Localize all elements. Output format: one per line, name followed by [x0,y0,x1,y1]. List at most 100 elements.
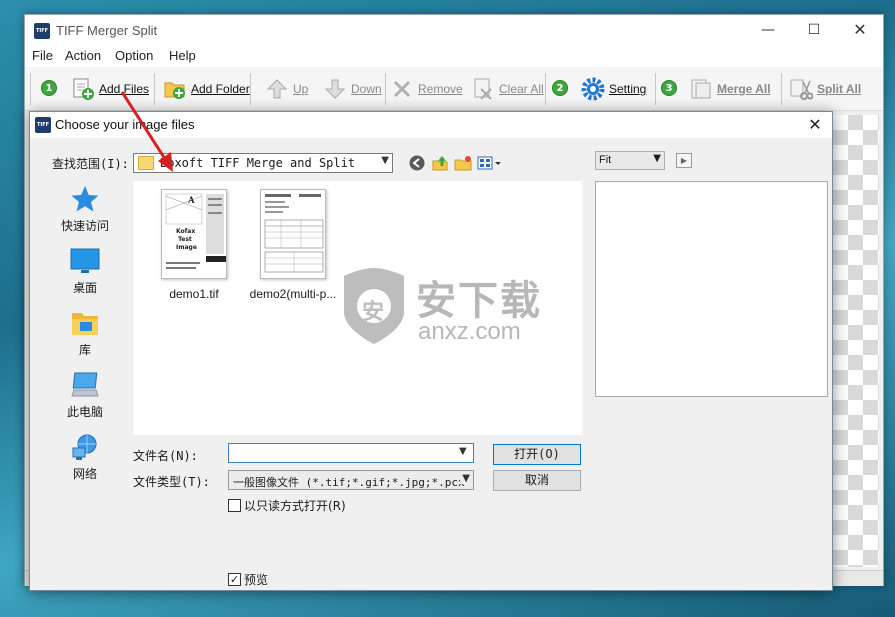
folder-icon [138,156,154,170]
clear-all-icon [471,77,495,101]
add-files-icon [71,77,95,101]
app-icon: TIFF [34,23,50,39]
remove-x-icon [390,77,414,101]
filename-label: 文件名(N): [133,449,198,463]
file-thumbnail: A Kofax Test Image [161,189,227,279]
preview-label: 预览 [244,573,269,587]
place-quick-access[interactable]: 快速访问 [52,181,118,239]
play-button[interactable]: ▶ [676,153,692,168]
dialog-close-button[interactable]: ✕ [804,114,826,136]
place-label: 快速访问 [60,219,109,233]
preview-pane [595,181,828,397]
toolbar-separator [655,73,656,105]
dialog-app-icon: TIFF [35,117,51,133]
add-files-label: Add Files [99,82,150,96]
minimize-button[interactable]: — [745,15,791,45]
new-folder-icon[interactable] [454,154,472,172]
gear-icon [581,77,605,101]
remove-label: Remove [418,82,463,96]
toolbar-separator [385,73,386,105]
place-label: 此电脑 [66,405,103,419]
filetype-label: 文件类型(T): [133,475,210,489]
menu-file[interactable]: File [32,48,53,63]
file-item-demo2[interactable]: demo2(multi-p... [245,189,341,307]
toolbar: 1 Add Files Add Folder Up Down Remove Cl… [25,67,883,111]
place-label: 库 [78,343,91,357]
checkbox-box: ✓ [228,573,241,586]
add-folder-button[interactable]: Add Folder [163,73,250,105]
step-1-badge: 1 [41,80,57,96]
clear-all-button[interactable]: Clear All [471,73,544,105]
open-button[interactable]: 打开(O) [493,444,581,465]
zoom-value: Fit [599,154,612,166]
maximize-button[interactable]: ☐ [791,15,837,45]
file-item-demo1[interactable]: A Kofax Test Image demo1.tif [146,189,242,307]
network-icon [70,433,100,461]
look-in-label: 查找范围(I): [52,157,129,171]
cancel-button[interactable]: 取消 [493,470,581,491]
step-2-badge: 2 [552,80,568,96]
up-folder-icon[interactable] [431,154,449,172]
place-label: 网络 [72,467,97,481]
setting-button[interactable]: Setting [581,73,646,105]
file-thumbnail [260,189,326,279]
menu-option[interactable]: Option [115,48,153,63]
thumb-text-line: Test [178,236,192,243]
thumb-text-line: Image [176,244,197,251]
title-bar: TIFF TIFF Merger Split — ☐ ✕ [25,15,883,47]
menu-action[interactable]: Action [65,48,101,63]
up-button[interactable]: Up [265,73,308,105]
filetype-value: 一般图像文件 (*.tif;*.gif;*.jpg;*.pcx [233,476,465,489]
merge-all-button[interactable]: Merge All [689,73,771,105]
remove-button[interactable]: Remove [390,73,463,105]
app-title: TIFF Merger Split [56,23,158,38]
chevron-down-icon: ▼ [653,153,661,164]
add-files-button[interactable]: Add Files [71,73,149,105]
library-icon [70,309,100,337]
desktop-icon [70,247,100,275]
scissors-icon [789,77,814,101]
toolbar-separator [781,73,782,105]
preview-checkerboard [833,115,879,567]
split-all-button[interactable]: Split All [789,73,861,105]
setting-label: Setting [609,82,647,96]
add-folder-icon [163,77,187,101]
thumb-letter: A [188,195,195,205]
preview-checkbox[interactable]: ✓ 预览 [228,571,268,588]
file-list: A Kofax Test Image demo1.tif demo2(multi… [133,181,582,435]
chevron-down-icon[interactable]: ▼ [459,446,467,457]
place-network[interactable]: 网络 [52,429,118,487]
look-in-value: Boxoft TIFF Merge and Split [160,156,356,170]
add-folder-label: Add Folder [191,82,250,96]
chevron-down-icon: ▼ [460,473,470,484]
menu-bar: File Action Option Help [25,47,883,67]
menu-help[interactable]: Help [169,48,196,63]
toolbar-separator [250,73,251,105]
down-label: Down [351,82,382,96]
merge-all-label: Merge All [717,82,771,96]
place-desktop[interactable]: 桌面 [52,243,118,301]
file-name: demo1.tif [169,287,219,301]
readonly-checkbox[interactable]: 以只读方式打开(R) [228,497,346,514]
place-label: 桌面 [72,281,97,295]
toolbar-separator [545,73,546,105]
filename-input[interactable] [228,443,474,463]
arrow-down-icon [323,77,347,101]
step-3-badge: 3 [661,80,677,96]
place-this-pc[interactable]: 此电脑 [52,367,118,425]
filetype-dropdown[interactable]: 一般图像文件 (*.tif;*.gif;*.jpg;*.pcx ▼ [228,470,474,490]
readonly-label: 以只读方式打开(R) [244,499,346,513]
file-name: demo2(multi-p... [249,287,337,301]
arrow-up-icon [265,77,289,101]
place-library[interactable]: 库 [52,305,118,363]
zoom-select[interactable]: Fit ▼ [595,151,665,170]
view-menu-icon[interactable] [477,154,505,172]
look-in-dropdown[interactable]: Boxoft TIFF Merge and Split ▼ [133,153,393,173]
down-button[interactable]: Down [323,73,382,105]
dialog-title-bar: TIFF Choose your image files ✕ [30,112,832,138]
back-icon[interactable] [408,154,426,172]
computer-icon [70,371,100,399]
up-label: Up [293,82,309,96]
dialog-title: Choose your image files [55,117,195,132]
close-button[interactable]: ✕ [837,15,883,45]
